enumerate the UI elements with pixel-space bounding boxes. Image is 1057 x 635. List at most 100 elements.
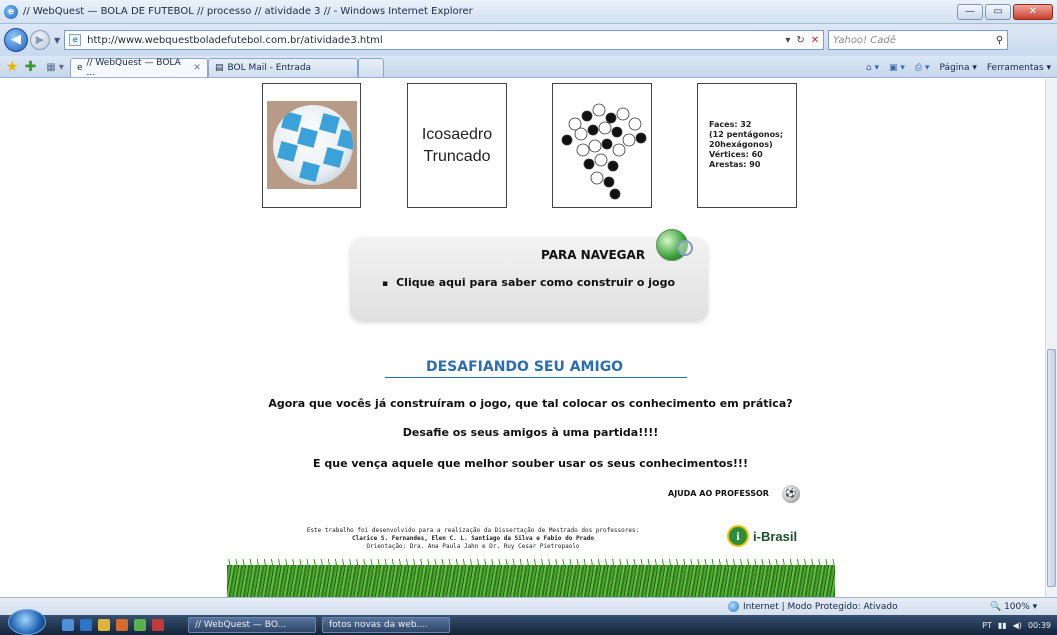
page-content: Icosaedro Truncado Faces: 32 (12 pentágo…	[0, 79, 1045, 597]
tab-label: // WebQuest — BOLA ...	[86, 58, 181, 78]
vertical-scrollbar[interactable]	[1045, 79, 1057, 597]
stat-edges: Arestas: 90	[709, 160, 761, 169]
history-dropdown-icon[interactable]: ▼	[54, 36, 60, 45]
footer-line-1: Este trabalho foi desenvolvido para a re…	[306, 527, 640, 534]
footer-text: Este trabalho foi desenvolvido para a re…	[233, 527, 713, 551]
system-tray: PT ▮▮ ◀) 00:39	[982, 621, 1051, 630]
zone-text: Internet | Modo Protegido: Ativado	[743, 601, 898, 612]
i-brasil-name: i-Brasil	[753, 528, 798, 544]
stat-pentagons: (12 pentágonos;	[709, 130, 784, 139]
grass-decoration	[227, 559, 835, 597]
page-menu[interactable]: Página ▾	[940, 63, 977, 73]
nav-title: PARA NAVEGAR	[541, 248, 646, 262]
start-button[interactable]	[8, 609, 46, 635]
add-favorite-icon[interactable]: ✚	[25, 59, 37, 75]
language-indicator[interactable]: PT	[982, 621, 992, 630]
feeds-icon[interactable]: ▣ ▾	[889, 63, 905, 73]
taskbar-item-label: // WebQuest — BO...	[195, 620, 287, 630]
ball-panel	[281, 111, 302, 132]
shape-name-line1: Icosaedro	[421, 125, 493, 143]
tab-ie-icon: e	[76, 63, 83, 73]
navigation-box: PARA NAVEGAR Clique aqui para saber como…	[350, 229, 708, 321]
shape-name-line2: Truncado	[423, 147, 491, 165]
i-brasil-icon: i	[727, 525, 749, 547]
close-button[interactable]: ✕	[1013, 3, 1053, 20]
ie-quicklaunch-icon[interactable]	[80, 619, 92, 631]
taskbar-item-webquest[interactable]: // WebQuest — BO...	[188, 617, 316, 633]
volume-icon[interactable]: ◀)	[1013, 621, 1022, 630]
taskbar-item-photos[interactable]: fotos novas da web....	[322, 617, 450, 633]
polyhedron-net-card	[552, 83, 652, 208]
home-icon[interactable]: ⌂ ▾	[866, 63, 879, 73]
app-icon[interactable]	[134, 619, 146, 631]
print-icon[interactable]: ⎙ ▾	[915, 63, 930, 73]
zoom-control[interactable]: 🔍 100% ▾	[990, 602, 1037, 612]
challenge-paragraph-3: E que vença aquele que melhor souber usa…	[313, 457, 748, 470]
teacher-help-link[interactable]: AJUDA AO PROFESSOR	[668, 489, 769, 498]
search-placeholder: Yahoo! Cadê	[833, 34, 896, 46]
section-underline	[385, 377, 687, 378]
page-icon: e	[69, 34, 82, 46]
ball-panel	[299, 161, 320, 182]
url-text[interactable]: http://www.webquestboladefutebol.com.br/…	[87, 35, 785, 46]
ball-panel	[319, 113, 340, 134]
media-icon[interactable]	[152, 619, 164, 631]
ball-panel	[297, 127, 318, 148]
search-input[interactable]: Yahoo! Cadê ⚲	[828, 30, 1009, 50]
tab-label: BOL Mail - Entrada	[227, 63, 312, 73]
firefox-icon[interactable]	[116, 619, 128, 631]
browser-window: e // WebQuest — BOLA DE FUTEBOL // proce…	[0, 0, 1057, 635]
forward-button[interactable]: ▶	[30, 30, 50, 50]
status-bar: Internet | Modo Protegido: Ativado 🔍 100…	[0, 597, 1057, 615]
footer-line-3: Orientação: Dra. Ana Paula Jahn e Dr. Ru…	[366, 543, 580, 551]
url-tools: ▾ ↻ ✕	[785, 35, 819, 46]
network-icon[interactable]: ▮▮	[998, 621, 1007, 630]
folder-icon[interactable]	[98, 619, 110, 631]
favorites-star-icon[interactable]: ★	[6, 59, 19, 75]
address-bar: ◀ ▶ ▼ e http://www.webquestboladefutebol…	[0, 24, 1057, 56]
security-zone[interactable]: Internet | Modo Protegido: Ativado	[728, 601, 898, 612]
ball-sphere	[273, 105, 353, 185]
show-desktop-icon[interactable]	[62, 619, 74, 631]
search-icon[interactable]: ⚲	[996, 35, 1003, 46]
mail-icon: ▤	[214, 63, 224, 73]
scrollbar-thumb[interactable]	[1047, 349, 1056, 587]
soccer-ball-card	[262, 83, 361, 208]
tab-bol-mail[interactable]: ▤ BOL Mail - Entrada	[207, 58, 358, 77]
soccer-ball-icon[interactable]: ⚽	[782, 485, 800, 503]
ball-panel	[277, 141, 298, 162]
internet-zone-icon	[728, 601, 739, 612]
maximize-button[interactable]: ▭	[985, 3, 1011, 20]
window-controls: — ▭ ✕	[957, 3, 1053, 20]
i-brasil-logo[interactable]: i i-Brasil	[727, 525, 797, 547]
quick-tabs-icon[interactable]: ▦ ▾	[46, 62, 64, 73]
polyhedron-stats-card: Faces: 32 (12 pentágonos; 20hexágonos) V…	[697, 83, 797, 208]
ball-panel	[323, 147, 344, 168]
footer-line-2: Clarice S. Fernandes, Elen C. L. Santiag…	[351, 535, 595, 543]
minimize-button[interactable]: —	[957, 3, 983, 20]
tools-menu[interactable]: Ferramentas ▾	[987, 63, 1051, 73]
window-title: // WebQuest — BOLA DE FUTEBOL // process…	[23, 6, 473, 17]
shape-name-card: Icosaedro Truncado	[407, 83, 507, 208]
title-bar: e // WebQuest — BOLA DE FUTEBOL // proce…	[0, 0, 1057, 24]
build-game-link[interactable]: Clique aqui para saber como construir o …	[382, 276, 675, 289]
ie-icon: e	[4, 4, 18, 19]
stat-faces: Faces: 32	[709, 120, 752, 129]
tab-webquest[interactable]: e // WebQuest — BOLA ... ✕	[69, 58, 208, 78]
new-tab-button[interactable]	[357, 58, 384, 77]
refresh-icon[interactable]: ↻	[796, 35, 804, 46]
challenge-paragraph-2: Desafie os seus amigos à uma partida!!!!	[402, 426, 659, 439]
polyhedron-net-diagram	[561, 103, 647, 200]
command-bar: ⌂ ▾ ▣ ▾ ⎙ ▾ Página ▾ Ferramentas ▾	[866, 63, 1051, 73]
quick-launch	[62, 619, 164, 631]
url-field[interactable]: e http://www.webquestboladefutebol.com.b…	[64, 30, 825, 50]
back-button[interactable]: ◀	[4, 28, 28, 52]
tab-close-icon[interactable]: ✕	[193, 63, 201, 73]
stat-hexagons: 20hexágonos)	[709, 140, 773, 149]
url-dropdown-icon[interactable]: ▾	[785, 35, 790, 46]
stop-icon[interactable]: ✕	[811, 35, 819, 46]
tab-bar: ★ ✚ ▦ ▾ e // WebQuest — BOLA ... ✕ ▤ BOL…	[0, 56, 1057, 78]
clock[interactable]: 00:39	[1028, 621, 1051, 630]
taskbar-item-label: fotos novas da web....	[329, 620, 429, 630]
taskbar: // WebQuest — BO... fotos novas da web..…	[0, 609, 1057, 635]
